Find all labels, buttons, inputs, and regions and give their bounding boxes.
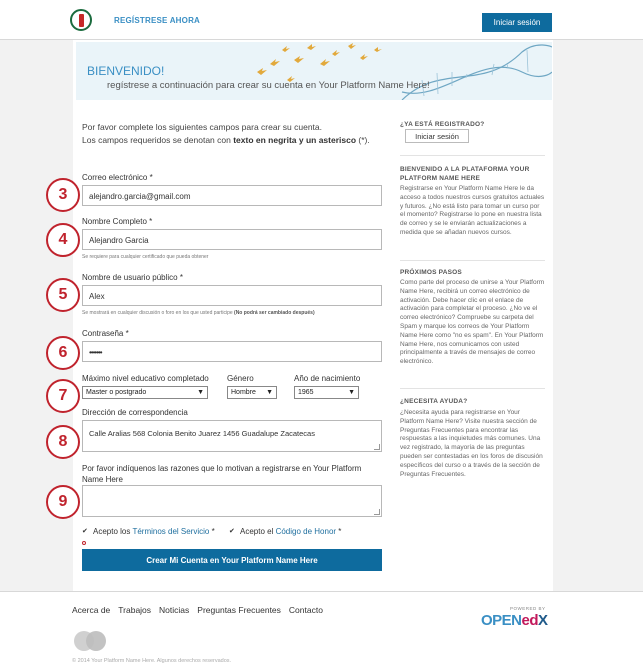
openedx-logo-x: X bbox=[538, 612, 548, 629]
sidebar-help-text: ¿Necesita ayuda para registrarse en Your… bbox=[400, 409, 543, 478]
sidebar-welcome-text: Registrarse en Your Platform Name Here l… bbox=[400, 185, 545, 236]
email-label: Correo electrónico * bbox=[82, 173, 153, 182]
social-circle-icon[interactable] bbox=[86, 631, 106, 651]
username-hint-bold: (No podrá ser cambiado después) bbox=[234, 310, 315, 316]
education-selected-value: Master o postgrado bbox=[86, 389, 147, 396]
error-indicator-icon bbox=[82, 541, 86, 545]
sidebar-signin-button[interactable]: Iniciar sesión bbox=[405, 129, 469, 143]
footer-link-jobs[interactable]: Trabajos bbox=[118, 605, 151, 615]
sidebar-divider bbox=[400, 155, 545, 156]
sidebar-divider bbox=[400, 260, 545, 261]
username-label: Nombre de usuario público * bbox=[82, 273, 183, 282]
birthyear-selected-value: 1965 bbox=[298, 389, 314, 396]
intro-line-2-bold: texto en negrita y un asterisco bbox=[233, 135, 357, 145]
copyright-text: © 2014 Your Platform Name Here. Algunos … bbox=[72, 658, 232, 664]
email-field[interactable]: alejandro.garcia@gmail.com bbox=[82, 185, 382, 206]
sidebar-divider bbox=[400, 388, 545, 389]
username-hint-text: Se mostrará en cualquier discusión o for… bbox=[82, 310, 235, 316]
sidebar-steps-text: Como parte del proceso de unirse a Your … bbox=[400, 279, 545, 366]
annotation-badge-9: 9 bbox=[46, 485, 80, 519]
footer-link-about[interactable]: Acerca de bbox=[72, 605, 110, 615]
birthyear-select[interactable]: 1965 ▼ bbox=[294, 386, 359, 399]
register-now-link[interactable]: REGÍSTRESE AHORA bbox=[114, 16, 200, 25]
platform-logo[interactable] bbox=[70, 9, 92, 31]
intro-line-2-post: (*). bbox=[356, 135, 370, 145]
sidebar-registered-heading: ¿YA ESTÁ REGISTRADO? bbox=[400, 121, 485, 128]
gender-selected-value: Hombre bbox=[231, 389, 256, 396]
banner-title: BIENVENIDO! bbox=[87, 64, 165, 78]
honor-label-post: * bbox=[336, 527, 342, 536]
dropdown-arrow-icon: ▼ bbox=[197, 389, 204, 396]
sidebar-steps-heading: PRÓXIMOS PASOS bbox=[400, 269, 462, 276]
footer-nav: Acerca de Trabajos Noticias Preguntas Fr… bbox=[72, 605, 323, 615]
gender-select[interactable]: Hombre ▼ bbox=[227, 386, 277, 399]
dropdown-arrow-icon: ▼ bbox=[266, 389, 273, 396]
welcome-banner: BIENVENIDO! regístrese a continuación pa… bbox=[76, 42, 552, 100]
terms-checkbox-row: ✔ Acepto los Términos del Servicio * bbox=[82, 527, 215, 536]
honor-checkbox[interactable]: ✔ bbox=[229, 528, 236, 535]
intro-line-2-pre: Los campos requeridos se denotan con bbox=[82, 135, 234, 145]
fullname-field[interactable]: Alejandro Garcia bbox=[82, 229, 382, 250]
terms-of-service-link[interactable]: Términos del Servicio bbox=[132, 527, 209, 536]
address-label: Dirección de correspondencia bbox=[82, 408, 188, 417]
resize-handle-icon[interactable] bbox=[374, 509, 380, 515]
address-value: Calle Aralias 568 Colonia Benito Juarez … bbox=[89, 429, 315, 438]
footer-link-contact[interactable]: Contacto bbox=[289, 605, 323, 615]
footer-link-news[interactable]: Noticias bbox=[159, 605, 189, 615]
resize-handle-icon[interactable] bbox=[374, 444, 380, 450]
annotation-badge-4: 4 bbox=[46, 223, 80, 257]
annotation-badge-6: 6 bbox=[46, 336, 80, 370]
honor-code-link[interactable]: Código de Honor bbox=[276, 527, 336, 536]
honor-checkbox-row: ✔ Acepto el Código de Honor * bbox=[229, 527, 341, 536]
intro-text: Por favor complete los siguientes campos… bbox=[82, 121, 382, 147]
education-label: Máximo nivel educativo completado bbox=[82, 374, 209, 383]
fullname-label: Nombre Completo * bbox=[82, 217, 153, 226]
gender-label: Género bbox=[227, 374, 254, 383]
annotation-badge-5: 5 bbox=[46, 278, 80, 312]
honor-label: Acepto el Código de Honor * bbox=[240, 527, 341, 536]
annotation-badge-3: 3 bbox=[46, 178, 80, 212]
fullname-hint: Se requiere para cualquier certificado q… bbox=[82, 254, 209, 260]
banner-birds-dna-illustration bbox=[257, 43, 552, 100]
birthyear-label: Año de nacimiento bbox=[294, 374, 361, 383]
signin-header-button[interactable]: Iniciar sesión bbox=[482, 13, 552, 32]
terms-label-post: * bbox=[209, 527, 215, 536]
terms-checkbox[interactable]: ✔ bbox=[82, 528, 89, 535]
terms-label-pre: Acepto los bbox=[93, 527, 133, 536]
education-select[interactable]: Master o postgrado ▼ bbox=[82, 386, 208, 399]
reasons-label: Por favor indíquenos las razones que lo … bbox=[82, 464, 362, 484]
create-account-button[interactable]: Crear Mi Cuenta en Your Platform Name He… bbox=[82, 549, 382, 571]
openedx-logo-open: OPEN bbox=[481, 612, 522, 629]
reasons-textarea[interactable] bbox=[82, 485, 382, 517]
logo-mark bbox=[78, 13, 84, 27]
sidebar-welcome-heading: BIENVENIDO A LA PLATAFORMA YOUR PLATFORM… bbox=[400, 166, 530, 182]
password-field[interactable]: ••••••• bbox=[82, 341, 382, 362]
annotation-badge-8: 8 bbox=[46, 425, 80, 459]
address-textarea[interactable]: Calle Aralias 568 Colonia Benito Juarez … bbox=[82, 420, 382, 452]
intro-line-1: Por favor complete los siguientes campos… bbox=[82, 122, 323, 132]
sidebar-help-heading: ¿NECESITA AYUDA? bbox=[400, 398, 468, 405]
dropdown-arrow-icon: ▼ bbox=[348, 389, 355, 396]
banner-subtitle: regístrese a continuación para crear su … bbox=[107, 80, 430, 91]
username-field[interactable]: Alex bbox=[82, 285, 382, 306]
openedx-logo[interactable]: OPENedX bbox=[481, 612, 548, 629]
annotation-badge-7: 7 bbox=[46, 379, 80, 413]
openedx-logo-ed: ed bbox=[521, 612, 539, 629]
footer-social-icons bbox=[74, 631, 108, 651]
terms-label: Acepto los Términos del Servicio * bbox=[93, 527, 215, 536]
footer-link-faq[interactable]: Preguntas Frecuentes bbox=[197, 605, 281, 615]
password-label: Contraseña * bbox=[82, 329, 129, 338]
intro-line-2: Los campos requeridos se denotan con tex… bbox=[82, 134, 382, 147]
honor-label-pre: Acepto el bbox=[240, 527, 276, 536]
powered-by-label: POWERED BY bbox=[510, 606, 546, 611]
username-hint: Se mostrará en cualquier discusión o for… bbox=[82, 310, 315, 316]
